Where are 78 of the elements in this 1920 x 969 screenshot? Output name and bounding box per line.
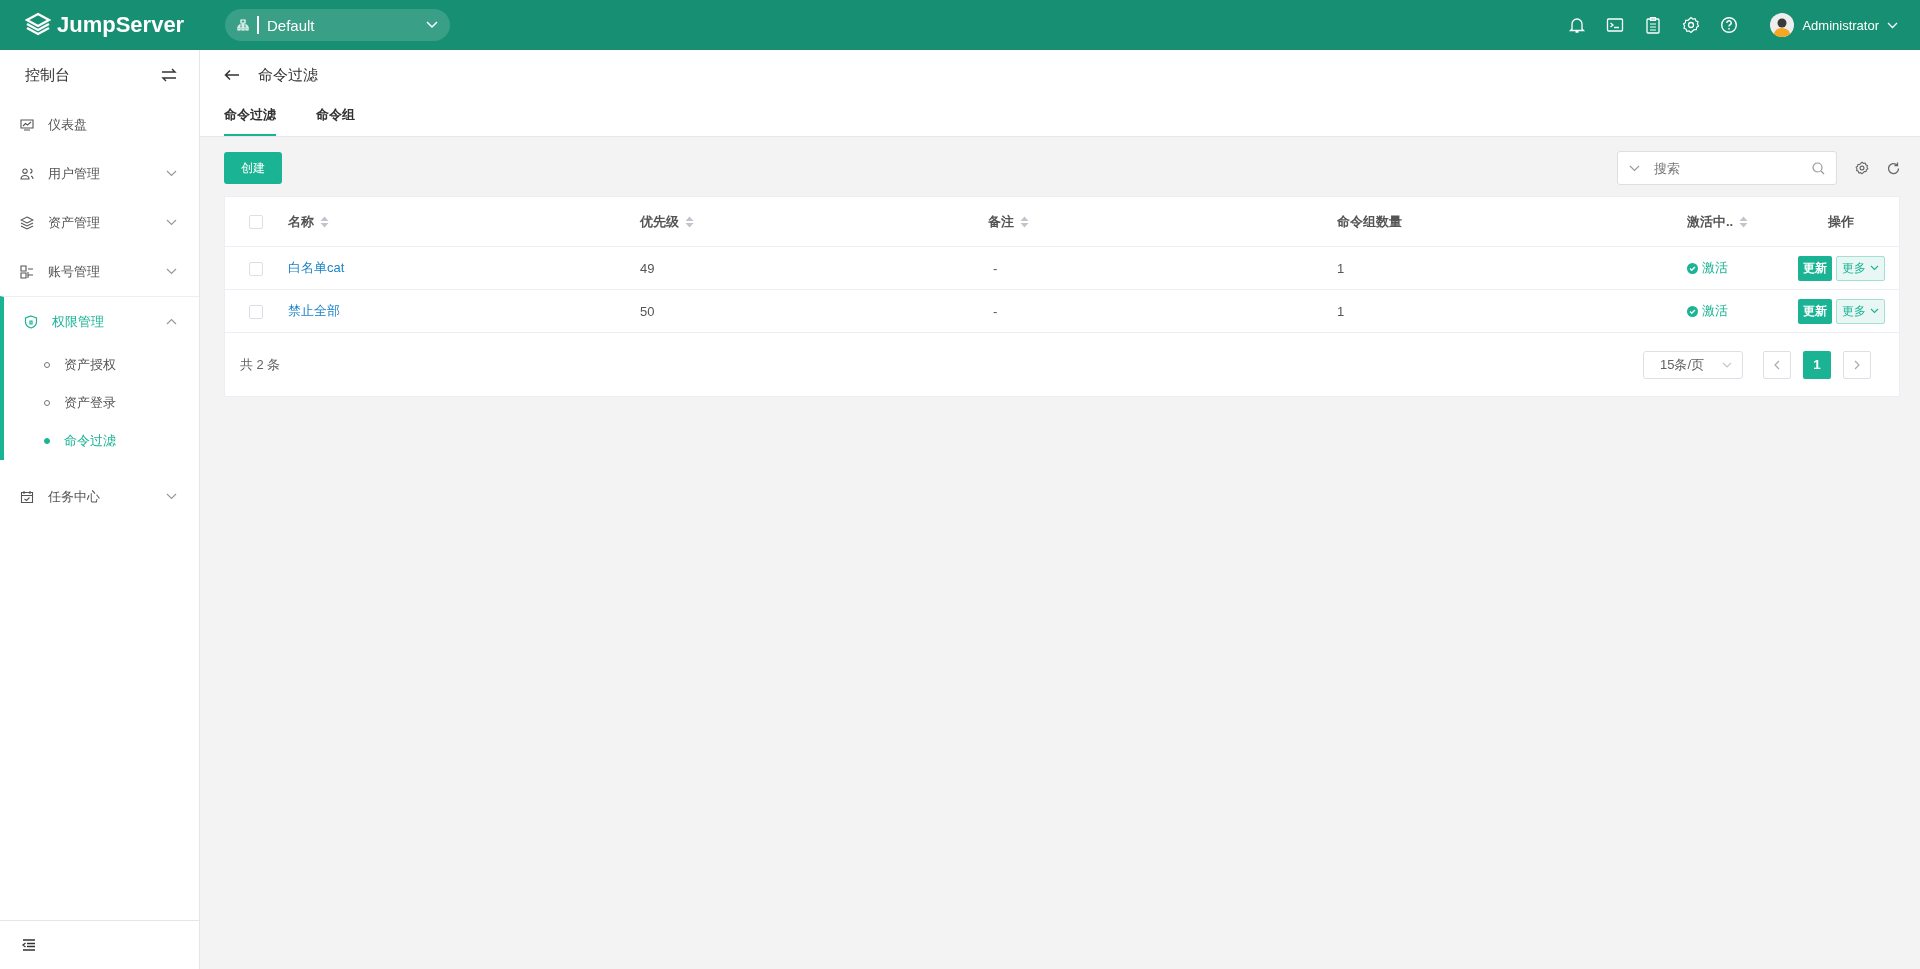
submenu-item[interactable]: 资产登录: [4, 384, 199, 422]
page-size-select[interactable]: 15条/页: [1643, 350, 1743, 379]
menu-item[interactable]: 权限管理: [4, 297, 199, 346]
tab[interactable]: 命令过滤: [224, 100, 276, 136]
caret-icon: [1887, 21, 1898, 29]
page-title: 命令过滤: [258, 65, 318, 85]
avatar-icon: [1770, 13, 1795, 37]
menu-icon: [20, 215, 34, 230]
more-button[interactable]: 更多: [1835, 298, 1885, 324]
status-text: 激活: [1702, 302, 1728, 320]
chevron-icon: [1722, 361, 1732, 368]
table-cell: 49: [640, 260, 655, 276]
update-button[interactable]: 更新: [1797, 298, 1832, 324]
name-link[interactable]: 禁止全部: [288, 303, 340, 318]
menu-icon: [20, 117, 34, 132]
chevron-right-icon: [1854, 359, 1860, 370]
more-button[interactable]: 更多: [1835, 255, 1885, 281]
chevron-icon: [166, 170, 177, 177]
sidebar-title: 控制台: [25, 65, 70, 85]
menu-item[interactable]: 用户管理: [0, 149, 199, 198]
refresh-icon[interactable]: [1887, 161, 1900, 175]
check-circle-icon: [1687, 262, 1698, 274]
menu-icon: [20, 264, 34, 279]
search-icon: [1812, 162, 1825, 175]
logo-text: JumpServer: [57, 12, 185, 38]
row-checkbox[interactable]: [249, 261, 263, 276]
chevron-icon: [166, 318, 177, 325]
caret-icon: [1869, 308, 1879, 314]
caret-icon: [426, 21, 438, 29]
collapse-menu-icon[interactable]: [22, 939, 36, 951]
table-cell: 1: [1337, 303, 1345, 319]
row-checkbox[interactable]: [249, 304, 263, 319]
submenu-item[interactable]: 资产授权: [4, 346, 199, 384]
menu-item[interactable]: 资产管理: [0, 198, 199, 247]
swap-icon[interactable]: [161, 68, 177, 82]
total-count: 共 2 条: [240, 355, 281, 374]
check-circle-icon: [1687, 305, 1698, 317]
bell-icon[interactable]: [1568, 16, 1587, 34]
column-header: 优先级: [640, 212, 679, 231]
menu-item[interactable]: 账号管理: [0, 247, 199, 296]
chevron-left-icon: [1774, 359, 1780, 370]
submenu-item[interactable]: 命令过滤: [4, 422, 199, 460]
name-link[interactable]: 白名单cat: [288, 260, 345, 275]
chevron-icon: [166, 493, 177, 500]
column-header: 备注: [988, 212, 1014, 231]
column-header: 命令组数量: [1337, 212, 1402, 231]
help-icon[interactable]: [1720, 16, 1739, 34]
menu-icon: [20, 166, 34, 181]
select-all-checkbox[interactable]: [249, 215, 263, 230]
table-cell: 1: [1337, 260, 1345, 276]
caret-icon: [1869, 265, 1879, 271]
menu-item[interactable]: 任务中心: [0, 472, 199, 521]
table-cell: 50: [640, 303, 655, 319]
terminal-icon[interactable]: [1606, 16, 1625, 34]
menu-icon: [24, 314, 38, 329]
chevron-icon: [1629, 165, 1640, 172]
settings-icon[interactable]: [1855, 161, 1869, 175]
search-field[interactable]: 搜索: [1617, 151, 1837, 185]
tab[interactable]: 命令组: [316, 100, 355, 136]
table-cell-text: -: [992, 303, 998, 319]
column-header: 激活中..: [1687, 212, 1734, 231]
column-header: 名称: [288, 212, 314, 231]
chevron-icon: [166, 219, 177, 226]
logo-icon: [25, 12, 51, 38]
hierarchy-icon: [237, 19, 249, 31]
user-menu[interactable]: Administrator: [1770, 13, 1898, 37]
page-number[interactable]: 1: [1803, 350, 1831, 379]
table-cell-text: -: [992, 260, 998, 276]
column-header: 操作: [1828, 212, 1854, 231]
menu-item[interactable]: 仪表盘: [0, 100, 199, 149]
menu-icon: [20, 489, 34, 504]
create-button[interactable]: 创建: [224, 152, 282, 184]
clipboard-icon[interactable]: [1644, 16, 1663, 34]
back-arrow-icon[interactable]: [224, 69, 240, 81]
organization-select[interactable]: Default: [225, 9, 450, 41]
chevron-icon: [166, 268, 177, 275]
update-button[interactable]: 更新: [1797, 255, 1832, 281]
status-text: 激活: [1702, 259, 1728, 277]
